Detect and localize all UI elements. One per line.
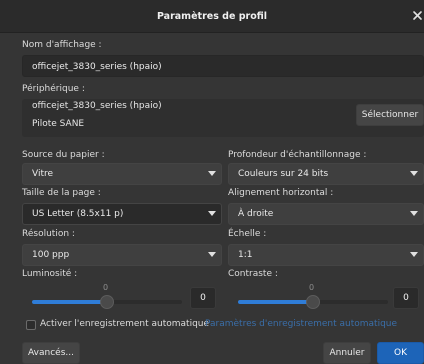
- contrast-slider-handle[interactable]: [306, 295, 320, 309]
- contrast-spinbox[interactable]: 0: [393, 287, 419, 309]
- resolution-value: 100 ppp: [32, 250, 70, 260]
- scale-value: 1:1: [238, 250, 253, 260]
- close-icon[interactable]: [412, 9, 424, 23]
- sample-depth-label: Profondeur d'échantillonnage :: [228, 150, 367, 160]
- brightness-slider-handle[interactable]: [100, 295, 114, 309]
- brightness-tick-label: 0: [103, 283, 109, 292]
- ok-button[interactable]: OK: [377, 342, 424, 364]
- auto-save-settings-link[interactable]: Paramètres d'enregistrement automatique: [205, 319, 397, 329]
- brightness-label: Luminosité :: [22, 269, 78, 279]
- profile-settings-dialog: Paramètres de profil Nom d'affichage : o…: [0, 0, 424, 364]
- auto-save-checkbox[interactable]: [26, 320, 36, 330]
- chevron-down-icon: [208, 252, 216, 257]
- chevron-down-icon: [410, 171, 418, 176]
- brightness-spinbox[interactable]: 0: [190, 287, 216, 309]
- device-driver: Pilote SANE: [32, 119, 85, 129]
- display-name-label: Nom d'affichage :: [22, 40, 102, 50]
- display-name-value: officejet_3830_series (hpaio): [32, 62, 162, 72]
- horizontal-alignment-select[interactable]: À droite: [228, 203, 424, 225]
- contrast-label: Contraste :: [228, 269, 278, 279]
- dialog-title: Paramètres de profil: [156, 11, 268, 22]
- paper-source-select[interactable]: Vitre: [22, 163, 222, 185]
- advanced-button[interactable]: Avancés...: [22, 342, 80, 364]
- page-size-value: US Letter (8.5x11 p): [32, 209, 124, 219]
- paper-source-label: Source du papier :: [22, 150, 105, 160]
- chevron-down-icon: [208, 171, 216, 176]
- chevron-down-icon: [410, 252, 418, 257]
- brightness-slider-fill: [32, 300, 107, 304]
- horizontal-alignment-value: À droite: [238, 209, 274, 219]
- horizontal-alignment-label: Alignement horizontal :: [228, 188, 334, 198]
- sample-depth-select[interactable]: Couleurs sur 24 bits: [228, 163, 424, 185]
- title-bar: Paramètres de profil: [0, 0, 424, 33]
- contrast-tick-label: 0: [309, 283, 315, 292]
- contrast-slider-fill: [238, 300, 313, 304]
- cancel-button[interactable]: Annuler: [323, 342, 371, 364]
- resolution-select[interactable]: 100 ppp: [22, 244, 222, 266]
- sample-depth-value: Couleurs sur 24 bits: [238, 169, 329, 179]
- device-label: Périphérique :: [22, 84, 85, 94]
- page-size-select[interactable]: US Letter (8.5x11 p): [22, 203, 222, 225]
- scale-label: Échelle :: [228, 229, 267, 239]
- select-device-button[interactable]: Sélectionner: [356, 104, 424, 126]
- chevron-down-icon: [410, 211, 418, 216]
- scale-select[interactable]: 1:1: [228, 244, 424, 266]
- chevron-down-icon: [208, 211, 216, 216]
- resolution-label: Résolution :: [22, 229, 75, 239]
- display-name-field[interactable]: officejet_3830_series (hpaio): [22, 55, 424, 77]
- page-size-label: Taille de la page :: [22, 188, 101, 198]
- auto-save-checkbox-label[interactable]: Activer l'enregistrement automatique: [40, 319, 209, 329]
- device-name: officejet_3830_series (hpaio): [32, 101, 162, 111]
- paper-source-value: Vitre: [32, 169, 54, 179]
